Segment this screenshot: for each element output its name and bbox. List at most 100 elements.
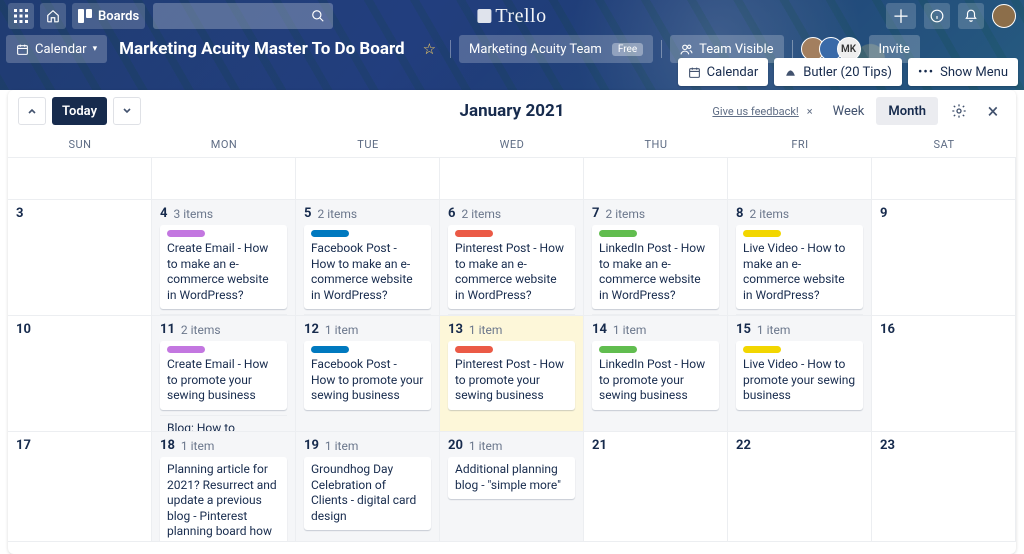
calendar-cell[interactable]: 112 itemsCreate Email - How to promote y… [152, 316, 296, 432]
calendar-cell[interactable] [872, 158, 1016, 200]
feedback-link[interactable]: Give us feedback! [712, 105, 798, 118]
calendar-cell[interactable] [8, 158, 152, 200]
day-number: 5 [304, 206, 311, 221]
calendar-cell[interactable]: 72 itemsLinkedIn Post - How to make an e… [584, 200, 728, 316]
view-week[interactable]: Week [821, 97, 877, 125]
calendar-view-picker[interactable]: Calendar ▾ [6, 35, 107, 63]
boards-icon [78, 9, 92, 23]
calendar-cell[interactable]: 5 2 items Facebook Post - How to make an e… [296, 200, 440, 316]
calendar-card[interactable]: Additional planning blog - "simple more" [448, 457, 575, 499]
boards-label: Boards [98, 9, 139, 24]
bell-icon [964, 9, 978, 23]
notifications-button[interactable] [958, 3, 984, 29]
calendar-cell[interactable]: 43 itemsCreate Email - How to make an e-… [152, 200, 296, 316]
card-text: Create Email - How to make an e-commerce… [167, 241, 269, 302]
calendar-card[interactable]: Planning article for 2021? Resurrect and… [160, 457, 287, 542]
card-label [455, 346, 493, 353]
calendar-cell[interactable] [584, 158, 728, 200]
calendar-card-overflow[interactable]: Blog: How to promote [160, 415, 287, 432]
calendar-card[interactable]: Facebook Post - How to promote your sewi… [304, 341, 431, 410]
boards-button[interactable]: Boards [72, 3, 145, 29]
settings-button[interactable] [946, 98, 972, 124]
item-count: 1 item [325, 323, 358, 337]
info-button[interactable] [924, 3, 950, 29]
prev-period[interactable] [18, 97, 46, 125]
calendar-card[interactable]: Groundhog Day Celebration of Clients - d… [304, 457, 431, 530]
card-label [167, 230, 205, 237]
calendar-cell[interactable]: 62 itemsPinterest Post - How to make an … [440, 200, 584, 316]
calendar-card[interactable]: Pinterest Post - How to make an e-commer… [448, 225, 575, 309]
item-count: 1 item [613, 323, 646, 337]
calendar-icon [688, 66, 701, 79]
item-count: 2 items [605, 207, 645, 221]
item-count: 3 items [173, 207, 213, 221]
calendar-cell[interactable]: 131 itemPinterest Post - How to promote … [440, 316, 584, 432]
day-number: 9 [880, 206, 887, 221]
calendar-card[interactable]: Live Video - How to make an e-commerce w… [736, 225, 863, 309]
calendar-card[interactable]: Pinterest Post - How to promote your sew… [448, 341, 575, 410]
calendar-cell[interactable] [440, 158, 584, 200]
star-board[interactable]: ☆ [417, 40, 442, 58]
calendar-cell[interactable]: 17 [8, 432, 152, 542]
day-number: 6 [448, 206, 455, 221]
home-button[interactable] [40, 3, 66, 29]
calendar-card[interactable]: Create Email - How to make an e-commerce… [160, 225, 287, 309]
item-count: 2 items [317, 207, 357, 221]
feedback-dismiss[interactable]: × [807, 105, 813, 118]
today-button[interactable]: Today [52, 97, 107, 125]
card-text: Live Video - How to promote your sewing … [743, 357, 855, 402]
calendar-cell[interactable] [296, 158, 440, 200]
calendar-cell[interactable]: 10 [8, 316, 152, 432]
day-number: 13 [448, 322, 463, 337]
calendar-cell[interactable]: 181 itemPlanning article for 2021? Resur… [152, 432, 296, 542]
next-period[interactable] [113, 97, 141, 125]
card-text: LinkedIn Post - How to promote your sewi… [599, 357, 705, 402]
card-label [311, 346, 349, 353]
calendar-cell[interactable]: 23 [872, 432, 1016, 542]
day-number: 23 [880, 438, 895, 453]
close-calendar[interactable]: × [980, 98, 1006, 124]
dow-header: SAT [872, 132, 1016, 157]
user-avatar[interactable] [992, 4, 1016, 28]
team-button[interactable]: Marketing Acuity Team Free [459, 35, 653, 63]
chevron-down-icon [122, 106, 132, 116]
calendar-cell[interactable]: 21 [584, 432, 728, 542]
team-icon [680, 43, 693, 56]
calendar-cell[interactable]: 16 [872, 316, 1016, 432]
calendar-cell[interactable]: 191 itemGroundhog Day Celebration of Cli… [296, 432, 440, 542]
calendar-cell[interactable]: 9 [872, 200, 1016, 316]
show-menu-button[interactable]: ••• Show Menu [908, 58, 1018, 86]
butler-button[interactable]: Butler (20 Tips) [774, 58, 902, 86]
card-text: LinkedIn Post - How to make an e-commerc… [599, 241, 705, 302]
calendar-cell[interactable]: 82 itemsLive Video - How to make an e-co… [728, 200, 872, 316]
card-text: Create Email - How to promote your sewin… [167, 357, 268, 402]
board-title[interactable]: Marketing Acuity Master To Do Board [115, 39, 408, 59]
dow-header: FRI [728, 132, 872, 157]
day-number: 15 [736, 322, 751, 337]
view-month[interactable]: Month [876, 97, 938, 125]
calendar-cell[interactable]: 3 [8, 200, 152, 316]
search-input[interactable] [153, 3, 333, 29]
calendar-cell[interactable]: 151 itemLive Video - How to promote your… [728, 316, 872, 432]
calendar-cell[interactable] [152, 158, 296, 200]
day-number: 20 [448, 438, 463, 453]
calendar-cell[interactable]: 201 itemAdditional planning blog - "simp… [440, 432, 584, 542]
calendar-cell[interactable] [728, 158, 872, 200]
calendar-cell[interactable]: 141 itemLinkedIn Post - How to promote y… [584, 316, 728, 432]
day-number: 17 [16, 438, 31, 453]
gear-icon [951, 103, 967, 119]
calendar-card[interactable]: LinkedIn Post - How to make an e-commerc… [592, 225, 719, 309]
create-button[interactable]: ＋ [886, 3, 916, 29]
calendar-card[interactable]: Facebook Post - How to make an e-commerc… [304, 225, 431, 309]
card-text: Facebook Post - How to make an e-commerc… [311, 241, 413, 302]
calendar-card[interactable]: Create Email - How to promote your sewin… [160, 341, 287, 410]
calendar-powerup[interactable]: Calendar [678, 58, 769, 86]
calendar-cell[interactable]: 121 itemFacebook Post - How to promote y… [296, 316, 440, 432]
butler-icon [784, 66, 797, 79]
calendar-card[interactable]: LinkedIn Post - How to promote your sewi… [592, 341, 719, 410]
calendar-card[interactable]: Live Video - How to promote your sewing … [736, 341, 863, 410]
apps-menu[interactable] [8, 3, 34, 29]
day-number: 18 [160, 438, 175, 453]
card-label [455, 230, 493, 237]
calendar-cell[interactable]: 22 [728, 432, 872, 542]
